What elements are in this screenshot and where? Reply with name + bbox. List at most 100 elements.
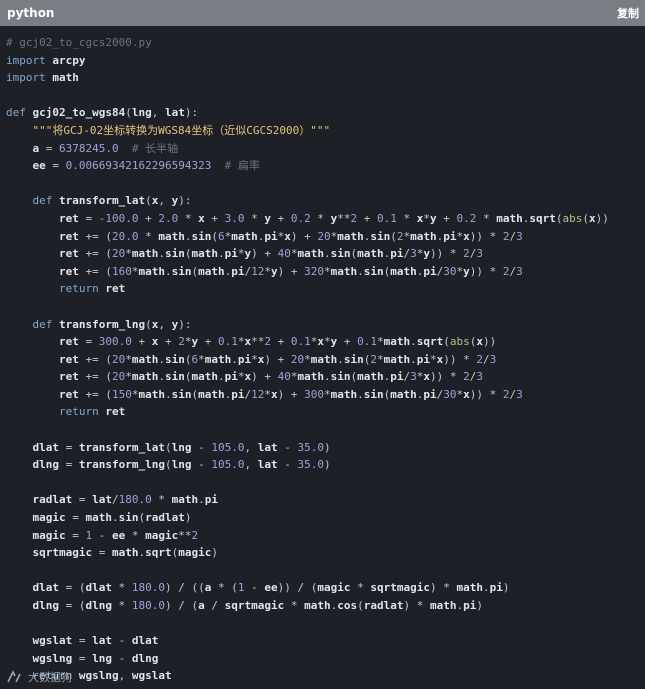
code-token: 3 xyxy=(476,370,483,384)
code-token: sin xyxy=(164,370,185,384)
code-token: ( xyxy=(357,599,364,612)
code-token: math xyxy=(198,387,225,401)
code-token: ) + xyxy=(264,352,291,366)
code-line: ret += (150*math.sin(math.pi/12*x) + 300… xyxy=(6,386,639,404)
code-token: 2.0 xyxy=(158,211,179,225)
code-token: . xyxy=(112,511,119,525)
code-token: magic xyxy=(317,581,351,595)
code-token: sin xyxy=(164,247,185,261)
code-token: * xyxy=(112,599,132,612)
code-token: = ( xyxy=(59,599,86,612)
code-token: * xyxy=(323,264,331,278)
code-token: pi xyxy=(423,264,437,278)
code-token: ) + xyxy=(277,264,305,278)
code-line: radlat = lat/180.0 * math.pi xyxy=(6,491,639,509)
code-token: 20 xyxy=(290,352,305,366)
code-token: math xyxy=(198,264,225,278)
code-token: radlat xyxy=(32,493,73,507)
code-token: 40 xyxy=(277,247,291,261)
code-token: 180.0 xyxy=(131,581,165,595)
code-token: = xyxy=(59,440,79,454)
code-token: + xyxy=(436,211,457,225)
code-token: = xyxy=(72,493,93,507)
code-token: sin xyxy=(370,229,391,243)
code-token: math xyxy=(131,247,159,261)
code-token: 3 xyxy=(516,229,523,243)
code-line: dlng = transform_lng(lng - 105.0, lat - … xyxy=(6,456,639,474)
code-token: ) / (( xyxy=(165,581,205,595)
code-token: ( xyxy=(125,106,132,120)
code-token: pi xyxy=(231,264,245,278)
code-token: )) * xyxy=(469,229,503,243)
code-token: ( xyxy=(443,335,450,349)
code-token: 30 xyxy=(443,387,457,401)
code-token: ee xyxy=(264,581,278,595)
code-token: ): xyxy=(178,194,192,208)
code-token: sin xyxy=(191,229,212,243)
code-token: + xyxy=(357,211,377,225)
code-token: y xyxy=(429,211,437,225)
code-token: math xyxy=(131,352,159,366)
code-line: """将GCJ-02坐标转换为WGS84坐标（近似CGCS2000）""" xyxy=(6,122,639,140)
code-token: += ( xyxy=(78,264,112,278)
code-token: * xyxy=(323,335,331,349)
code-line: return ret xyxy=(6,403,639,421)
code-token: 0.2 xyxy=(456,211,477,225)
code-token: dlat xyxy=(131,634,159,648)
code-token: * xyxy=(396,211,417,225)
code-token: sqrt xyxy=(416,335,444,349)
code-token: * xyxy=(304,352,311,366)
code-token: 1 xyxy=(237,581,245,595)
code-token: x xyxy=(317,335,324,349)
language-label: python xyxy=(7,6,55,20)
code-token: ret xyxy=(58,247,79,261)
code-token: cos xyxy=(337,599,358,612)
code-token: * xyxy=(198,352,205,366)
code-token: , xyxy=(158,317,172,331)
code-token: 105.0 xyxy=(211,440,245,454)
code-token: - xyxy=(112,651,132,665)
code-token: pi xyxy=(264,229,278,243)
code-token: 150 xyxy=(111,387,132,401)
code-token: 2 xyxy=(178,335,185,349)
code-token: + xyxy=(198,335,218,349)
code-token: sqrt xyxy=(145,546,172,560)
code-token: - xyxy=(191,440,212,454)
code-token: 320 xyxy=(304,264,324,278)
code-token: += ( xyxy=(78,352,112,366)
code-token: 0.1 xyxy=(290,335,311,349)
code-token: sqrt xyxy=(529,211,556,225)
copy-button[interactable]: 复制 xyxy=(617,5,639,21)
code-token: 180.0 xyxy=(131,599,165,612)
code-token: abs xyxy=(562,211,583,225)
code-token: , xyxy=(244,458,258,472)
code-token: arcpy xyxy=(52,53,86,67)
code-line: import math xyxy=(6,69,639,87)
code-token: pi xyxy=(423,387,437,401)
code-token: math xyxy=(231,229,258,243)
code-token: def xyxy=(6,106,26,120)
code-token: x xyxy=(588,211,596,225)
code-token: a xyxy=(198,599,205,612)
code-token: + xyxy=(158,335,179,349)
code-token: * ( xyxy=(211,581,238,595)
code-token: . xyxy=(158,247,165,261)
code-token: math xyxy=(52,71,79,85)
code-token: , xyxy=(151,106,165,120)
code-content[interactable]: # gcj02_to_cgcs2000.py import arcpy import… xyxy=(0,26,645,685)
code-token: math xyxy=(429,599,457,612)
code-token: ** xyxy=(337,211,351,225)
code-token: y xyxy=(264,211,271,225)
code-token: ( xyxy=(390,229,397,243)
code-token: = xyxy=(65,528,86,542)
code-token: * xyxy=(178,211,199,225)
code-token: ): xyxy=(184,106,199,120)
code-line: def transform_lng(x, y): xyxy=(6,316,639,334)
code-token: ( xyxy=(164,440,172,454)
code-line: dlng = (dlng * 180.0) / (a / sqrtmagic *… xyxy=(6,597,639,615)
code-token: . xyxy=(217,247,225,261)
code-token: 20 xyxy=(317,229,331,243)
